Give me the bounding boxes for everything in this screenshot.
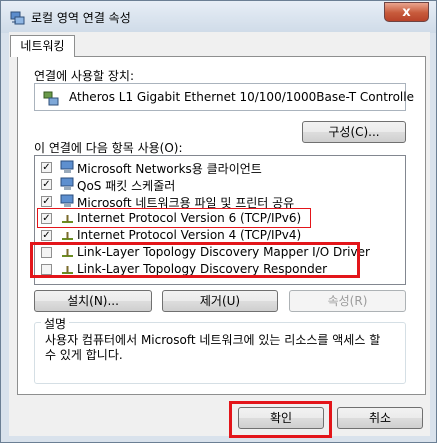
component-checkbox[interactable] [41, 162, 52, 173]
properties-window: 로컬 영역 연결 속성 x 네트워킹 연결에 사용할 장치: Atheros L… [0, 0, 437, 443]
component-label: Link-Layer Topology Discovery Mapper I/O… [77, 245, 370, 259]
components-list[interactable]: Microsoft Networks용 클라이언트 QoS 패킷 스케줄러 Mi… [34, 155, 406, 285]
list-item[interactable]: Internet Protocol Version 4 (TCP/IPv4) [35, 227, 405, 244]
component-checkbox[interactable] [41, 230, 52, 241]
component-checkbox[interactable] [41, 213, 52, 224]
close-button[interactable]: x [384, 2, 429, 22]
components-label: 이 연결에 다음 항목 사용(O): [34, 141, 183, 155]
cancel-button[interactable]: 취소 [337, 407, 423, 429]
component-label: Internet Protocol Version 4 (TCP/IPv4) [77, 228, 302, 242]
network-adapter-icon [43, 91, 59, 106]
tab-networking[interactable]: 네트워킹 [10, 35, 75, 57]
network-client-icon [60, 160, 74, 173]
component-label: Microsoft 네트워크용 파일 및 프린터 공유 [77, 196, 295, 210]
ok-button[interactable]: 확인 [238, 407, 324, 429]
description-title: 설명 [41, 315, 70, 332]
adapter-name: Atheros L1 Gigabit Ethernet 10/100/1000B… [69, 90, 414, 104]
qos-icon [60, 177, 74, 190]
file-share-icon [60, 194, 74, 207]
configure-button[interactable]: 구성(C)... [302, 121, 406, 143]
connect-using-label: 연결에 사용할 장치: [34, 69, 134, 83]
install-button[interactable]: 설치(N)... [34, 290, 152, 312]
protocol-icon [62, 215, 73, 223]
component-label: Microsoft Networks용 클라이언트 [77, 162, 262, 176]
network-adapter-icon [10, 11, 25, 25]
component-checkbox[interactable] [41, 264, 52, 275]
list-item[interactable]: Link-Layer Topology Discovery Responder [35, 261, 405, 278]
uninstall-button[interactable]: 제거(U) [162, 290, 278, 312]
list-item[interactable]: Internet Protocol Version 6 (TCP/IPv6) [35, 210, 405, 227]
title-bar[interactable]: 로컬 영역 연결 속성 x [1, 1, 436, 33]
list-item[interactable]: QoS 패킷 스케줄러 [35, 176, 405, 193]
list-item[interactable]: Microsoft 네트워크용 파일 및 프린터 공유 [35, 193, 405, 210]
component-checkbox[interactable] [41, 247, 52, 258]
protocol-icon [62, 249, 73, 257]
component-label: Link-Layer Topology Discovery Responder [77, 262, 328, 276]
window-title: 로컬 영역 연결 속성 [31, 11, 131, 25]
close-icon: x [402, 5, 411, 20]
description-text: 사용자 컴퓨터에서 Microsoft 네트워크에 있는 리소스를 액세스 할 … [45, 333, 381, 362]
protocol-icon [62, 266, 73, 274]
protocol-icon [62, 232, 73, 240]
component-checkbox[interactable] [41, 196, 52, 207]
component-checkbox[interactable] [41, 179, 52, 190]
properties-button[interactable]: 속성(R) [289, 290, 406, 312]
adapter-field: Atheros L1 Gigabit Ethernet 10/100/1000B… [34, 83, 414, 111]
component-label: QoS 패킷 스케줄러 [77, 179, 176, 193]
list-item[interactable]: Link-Layer Topology Discovery Mapper I/O… [35, 244, 405, 261]
list-item[interactable]: Microsoft Networks용 클라이언트 [35, 159, 405, 176]
component-label: Internet Protocol Version 6 (TCP/IPv6) [77, 211, 302, 225]
